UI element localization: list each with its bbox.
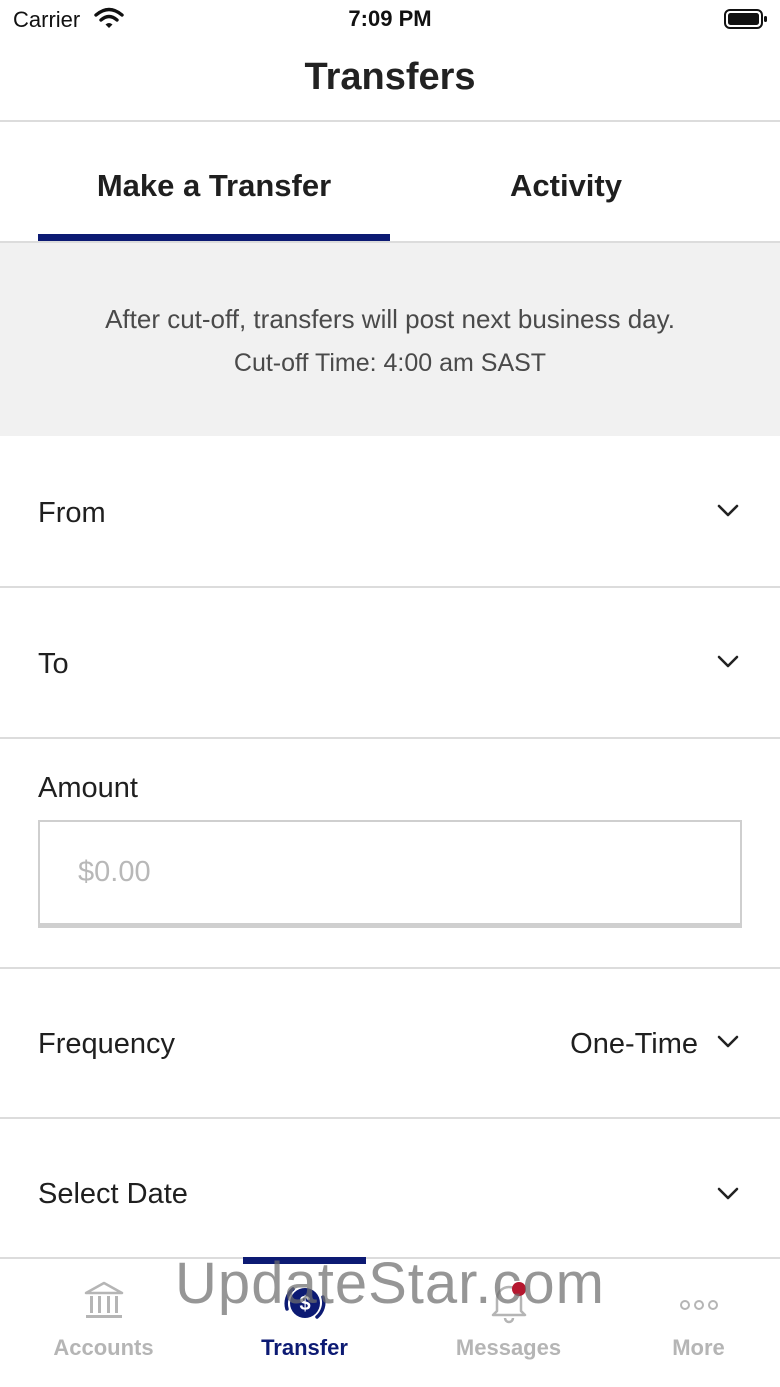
chevron-down-icon xyxy=(717,1187,739,1200)
tabbar-label: More xyxy=(672,1335,725,1360)
amount-label: Amount xyxy=(38,772,138,804)
tabbar-item-more[interactable]: More xyxy=(601,1259,780,1387)
from-selector[interactable]: From xyxy=(0,437,780,587)
notification-badge xyxy=(511,1282,526,1296)
amount-field xyxy=(38,820,742,928)
svg-text:$: $ xyxy=(299,1293,310,1315)
to-selector[interactable]: To xyxy=(0,588,780,738)
clock: 7:09 PM xyxy=(348,6,432,31)
chevron-down-icon xyxy=(717,504,739,517)
tabbar-label: Messages xyxy=(455,1335,562,1360)
frequency-value: One-Time xyxy=(570,1028,698,1060)
cutoff-notice-text: After cut-off, transfers will post next … xyxy=(105,304,675,334)
row-divider xyxy=(0,737,780,739)
tab-activity[interactable]: Activity xyxy=(390,168,742,204)
page-title: Transfers xyxy=(304,56,476,98)
date-selector[interactable]: Select Date xyxy=(0,1119,780,1257)
cutoff-time-text: Cut-off Time: 4:00 am SAST xyxy=(233,349,547,377)
bank-icon xyxy=(82,1279,126,1328)
active-tab-indicator xyxy=(38,234,390,241)
chevron-down-icon xyxy=(717,1035,739,1048)
chevron-down-icon xyxy=(717,655,739,668)
bottom-tab-bar: Accounts $ Transfer Messages More xyxy=(0,1257,780,1387)
tab-make-a-transfer[interactable]: Make a Transfer xyxy=(38,168,390,204)
tabbar-item-accounts[interactable]: Accounts xyxy=(6,1259,201,1387)
bell-icon xyxy=(485,1279,533,1330)
cutoff-notice: After cut-off, transfers will post next … xyxy=(0,243,780,436)
tabbar-label: Transfer xyxy=(261,1335,348,1360)
tabbar-label: Accounts xyxy=(53,1335,154,1360)
transfer-dollar-icon: $ xyxy=(279,1279,331,1332)
battery-icon xyxy=(724,9,768,29)
frequency-selector[interactable]: Frequency One-Time xyxy=(0,969,780,1118)
tabbar-item-transfer[interactable]: $ Transfer xyxy=(207,1259,402,1387)
from-label: From xyxy=(38,497,106,529)
transfer-tabs: Make a Transfer Activity xyxy=(0,122,780,242)
frequency-label: Frequency xyxy=(38,1028,176,1060)
to-label: To xyxy=(38,648,69,680)
status-bar: Carrier 7:09 PM xyxy=(0,0,780,40)
amount-input[interactable] xyxy=(78,852,678,892)
tabbar-item-messages[interactable]: Messages xyxy=(411,1259,606,1387)
date-label: Select Date xyxy=(38,1178,188,1210)
more-dots-icon xyxy=(677,1279,721,1328)
